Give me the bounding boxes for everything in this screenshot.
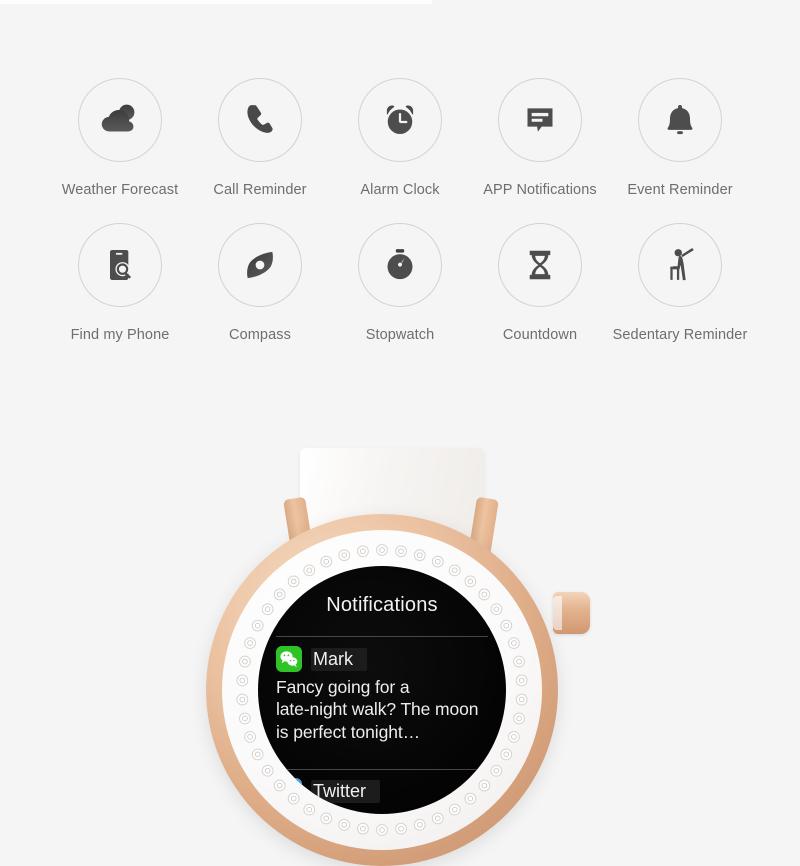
compass-icon [239,244,281,286]
feature-sedentary-reminder[interactable]: Sedentary Reminder [610,223,750,343]
feature-icon-circle [638,223,722,307]
screen-divider [276,636,488,637]
screen-title: Notifications [326,594,438,616]
feature-icon-circle [358,78,442,162]
feature-label: Sedentary Reminder [612,327,748,343]
cloud-sun-icon [97,97,143,143]
feature-row-2: Find my Phone Compass Stopwatch Countdow… [0,223,800,343]
feature-label: Countdown [502,327,578,343]
feature-event-reminder[interactable]: Event Reminder [610,78,750,198]
feature-label: Compass [229,327,291,343]
feature-app-notifications[interactable]: APP Notifications [470,78,610,198]
notification-sender: Twitter [311,779,381,803]
notification-body: Fancy going for a late-night walk? The m… [276,677,479,742]
feature-label: Find my Phone [70,327,170,343]
page-root: Weather Forecast Call Reminder Alarm Clo… [0,0,800,866]
alarm-clock-icon [379,99,421,141]
feature-compass[interactable]: Compass [190,223,330,343]
feature-label: Weather Forecast [61,182,179,198]
feature-icon-circle [218,78,302,162]
twitter-icon [276,778,302,804]
notification-item[interactable]: Twitter [276,778,498,804]
feature-icon-circle [358,223,442,307]
hourglass-icon [521,246,559,284]
feature-icon-circle [498,78,582,162]
watch-screen[interactable]: Notifications Mark Fancy going for a lat… [258,566,506,814]
feature-label: Stopwatch [365,327,435,343]
feature-icon-circle [498,223,582,307]
message-bubble-icon [520,100,560,140]
feature-icon-circle [78,223,162,307]
feature-alarm-clock[interactable]: Alarm Clock [330,78,470,198]
feature-weather-forecast[interactable]: Weather Forecast [50,78,190,198]
feature-find-my-phone[interactable]: Find my Phone [50,223,190,343]
bell-icon [660,100,700,140]
feature-label: Event Reminder [627,182,733,198]
feature-icon-circle [78,78,162,162]
feature-label: Call Reminder [213,182,307,198]
feature-label: APP Notifications [483,182,597,198]
feature-grid: Weather Forecast Call Reminder Alarm Clo… [0,78,800,343]
screen-divider [276,769,488,770]
smartwatch: Notifications Mark Fancy going for a lat… [0,420,800,866]
feature-countdown[interactable]: Countdown [470,223,610,343]
feature-row-1: Weather Forecast Call Reminder Alarm Clo… [0,78,800,198]
phone-search-icon [100,245,140,285]
feature-icon-circle [218,223,302,307]
feature-icon-circle [638,78,722,162]
wechat-icon [276,646,302,672]
feature-stopwatch[interactable]: Stopwatch [330,223,470,343]
feature-label: Alarm Clock [360,182,440,198]
notification-sender: Mark [311,647,367,671]
watch-crown-button[interactable] [553,592,590,634]
notification-item[interactable]: Mark Fancy going for a late-night walk? … [276,646,498,743]
stopwatch-icon [380,245,420,285]
phone-icon [239,99,281,141]
sedentary-person-icon [659,244,701,286]
top-edge-strip [0,0,432,4]
feature-call-reminder[interactable]: Call Reminder [190,78,330,198]
